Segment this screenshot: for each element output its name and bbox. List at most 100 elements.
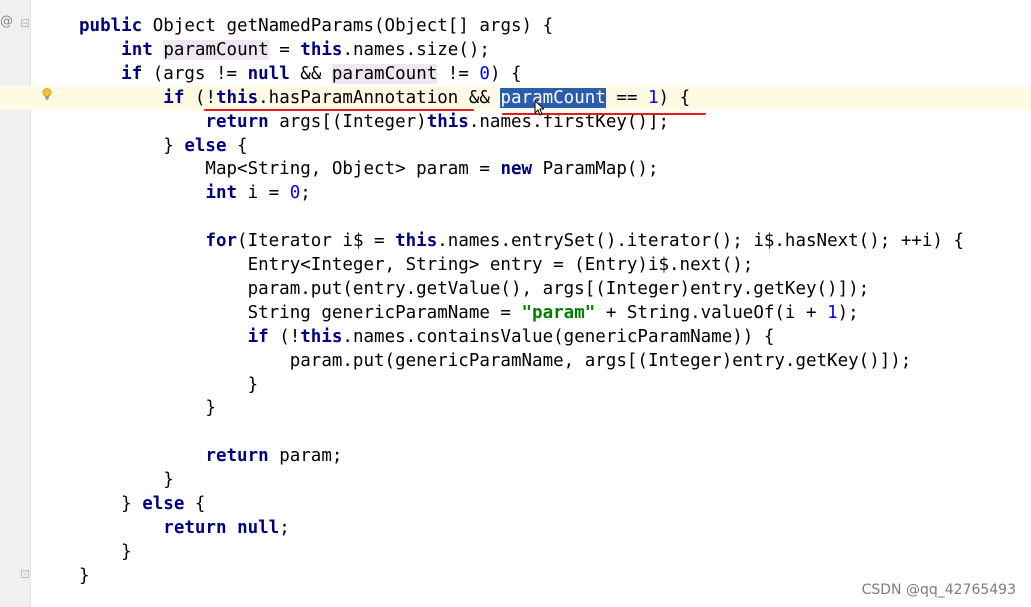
code-token: (! bbox=[268, 327, 301, 347]
code-line[interactable]: param.put(genericParamName, args[(Intege… bbox=[0, 349, 1031, 373]
code-line-text[interactable]: if (args != null && paramCount != 0) { bbox=[79, 62, 522, 86]
code-line-text[interactable]: int paramCount = this.names.size(); bbox=[79, 38, 490, 62]
code-line-text[interactable]: } else { bbox=[79, 492, 205, 516]
code-line[interactable]: return param; bbox=[0, 444, 1031, 468]
code-line[interactable]: } bbox=[0, 373, 1031, 397]
code-token: != bbox=[437, 64, 480, 84]
code-line[interactable]: param.put(entry.getValue(), args[(Intege… bbox=[0, 277, 1031, 301]
code-editor[interactable]: @ ⊟ ⊡ public Object getNamedParams(Objec… bbox=[0, 0, 1031, 607]
code-token: (args != bbox=[142, 64, 248, 84]
code-line[interactable]: if (!this.names.containsValue(genericPar… bbox=[0, 325, 1031, 349]
code-line[interactable]: if (args != null && paramCount != 0) { bbox=[0, 62, 1031, 86]
red-underline-annotation bbox=[502, 113, 706, 115]
mouse-cursor-icon bbox=[534, 100, 544, 116]
code-line[interactable]: public Object getNamedParams(Object[] ar… bbox=[0, 14, 1031, 38]
code-token: else bbox=[142, 494, 185, 514]
code-token: int bbox=[205, 183, 238, 203]
code-line-text[interactable]: String genericParamName = "param" + Stri… bbox=[79, 301, 859, 325]
code-line[interactable]: } else { bbox=[0, 134, 1031, 158]
code-token: .names.firstKey()]; bbox=[468, 112, 670, 132]
code-line[interactable]: if (!this.hasParamAnnotation && paramCou… bbox=[0, 86, 1031, 110]
code-token: && bbox=[289, 64, 332, 84]
code-token: return bbox=[163, 518, 227, 538]
code-line[interactable]: String genericParamName = "param" + Stri… bbox=[0, 301, 1031, 325]
code-line-text[interactable]: public Object getNamedParams(Object[] ar… bbox=[79, 14, 553, 38]
code-area[interactable]: public Object getNamedParams(Object[] ar… bbox=[0, 0, 1031, 607]
code-line-text[interactable]: for(Iterator i$ = this.names.entrySet().… bbox=[79, 229, 964, 253]
code-line-text[interactable]: if (!this.names.containsValue(genericPar… bbox=[79, 325, 775, 349]
code-token: { bbox=[184, 494, 206, 514]
code-token: == bbox=[605, 88, 648, 108]
code-token: this bbox=[300, 40, 343, 60]
code-line[interactable] bbox=[0, 205, 1031, 229]
code-line-text[interactable]: param.put(genericParamName, args[(Intege… bbox=[79, 349, 912, 373]
code-line-text[interactable]: } bbox=[79, 373, 259, 397]
code-line[interactable]: int paramCount = this.names.size(); bbox=[0, 38, 1031, 62]
code-line-text[interactable]: } bbox=[79, 540, 132, 564]
code-token: return bbox=[205, 446, 269, 466]
code-token: null bbox=[237, 518, 280, 538]
code-line[interactable]: } else { bbox=[0, 492, 1031, 516]
code-token: } bbox=[79, 136, 185, 156]
code-token: param; bbox=[268, 446, 343, 466]
code-token: .names.containsValue(genericParamName)) … bbox=[342, 327, 775, 347]
code-token: ) { bbox=[489, 64, 522, 84]
code-line[interactable]: Map<String, Object> param = new ParamMap… bbox=[0, 157, 1031, 181]
code-line-text[interactable]: } bbox=[79, 564, 90, 588]
code-token: { bbox=[226, 136, 248, 156]
code-token: param.put(entry.getValue(), args[(Intege… bbox=[79, 279, 870, 299]
code-token: 1 bbox=[647, 88, 659, 108]
code-line-text[interactable]: return null; bbox=[79, 516, 290, 540]
code-token: Map<String, Object> param = bbox=[79, 159, 501, 179]
code-line[interactable]: int i = 0; bbox=[0, 181, 1031, 205]
code-token: i = bbox=[237, 183, 290, 203]
code-token: this bbox=[426, 112, 469, 132]
code-token: } bbox=[79, 398, 216, 418]
code-token: 0 bbox=[479, 64, 490, 84]
code-token: (Iterator i$ = bbox=[237, 231, 396, 251]
code-line[interactable] bbox=[0, 420, 1031, 444]
code-token: } bbox=[79, 470, 174, 490]
code-token: ; bbox=[279, 518, 290, 538]
code-line-text[interactable]: param.put(entry.getValue(), args[(Intege… bbox=[79, 277, 870, 301]
code-token: 0 bbox=[289, 183, 301, 203]
code-token: this bbox=[395, 231, 438, 251]
code-line[interactable]: } bbox=[0, 468, 1031, 492]
code-token: Object getNamedParams(Object[] args) { bbox=[142, 16, 554, 36]
code-line-text[interactable]: int i = 0; bbox=[79, 181, 310, 205]
code-token: (! bbox=[184, 88, 216, 108]
code-line-text[interactable]: if (!this.hasParamAnnotation && paramCou… bbox=[79, 86, 690, 110]
code-line-text[interactable]: Entry<Integer, String> entry = (Entry)i$… bbox=[79, 253, 754, 277]
code-line-text[interactable]: return param; bbox=[79, 444, 342, 468]
code-line-text[interactable]: } bbox=[79, 396, 216, 420]
code-token: public bbox=[79, 16, 143, 36]
code-line[interactable]: } bbox=[0, 396, 1031, 420]
code-line-text[interactable]: Map<String, Object> param = new ParamMap… bbox=[79, 157, 658, 181]
code-token: null bbox=[247, 64, 290, 84]
code-token: .names.entrySet().iterator(); i$.hasNext… bbox=[437, 231, 965, 251]
lightbulb-icon[interactable] bbox=[41, 88, 53, 100]
code-line-text[interactable]: } bbox=[79, 468, 174, 492]
code-token: new bbox=[500, 159, 533, 179]
code-token: String genericParamName = bbox=[79, 303, 522, 323]
code-token: + String.valueOf(i + bbox=[595, 303, 828, 323]
code-token: args[(Integer) bbox=[268, 112, 427, 132]
code-line[interactable]: return null; bbox=[0, 516, 1031, 540]
code-token: if bbox=[121, 64, 143, 84]
code-token: .names.size(); bbox=[342, 40, 490, 60]
code-token: } bbox=[79, 375, 259, 395]
code-line[interactable]: Entry<Integer, String> entry = (Entry)i$… bbox=[0, 253, 1031, 277]
code-line[interactable]: for(Iterator i$ = this.names.entrySet().… bbox=[0, 229, 1031, 253]
code-line-text[interactable]: } else { bbox=[79, 134, 248, 158]
code-line[interactable]: } bbox=[0, 540, 1031, 564]
code-token: this bbox=[215, 88, 259, 108]
code-token: this bbox=[300, 327, 343, 347]
